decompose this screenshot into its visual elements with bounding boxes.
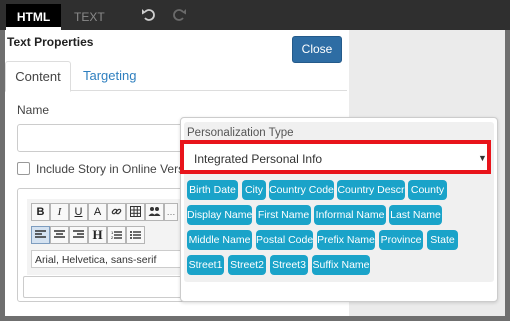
field-chip-postal-code[interactable]: Postal Code <box>256 230 313 250</box>
field-chip-display-name[interactable]: Display Name <box>187 205 252 225</box>
active-tab-indicator <box>6 27 61 30</box>
field-chip-state[interactable]: State <box>427 230 458 250</box>
field-chip-birth-date[interactable]: Birth Date <box>187 180 238 200</box>
users-icon <box>148 207 161 216</box>
font-color-icon: A <box>93 206 102 218</box>
personalization-type-value: Integrated Personal Info <box>194 152 323 166</box>
field-chip-first-name[interactable]: First Name <box>256 205 311 225</box>
personalization-type-label: Personalization Type <box>187 127 294 139</box>
frame-right <box>505 30 510 321</box>
undo-icon[interactable] <box>140 6 158 24</box>
include-story-checkbox[interactable] <box>17 162 30 175</box>
frame-bottom <box>0 316 510 321</box>
users-button[interactable] <box>145 203 164 221</box>
font-family-select[interactable]: Arial, Helvetica, sans-serif <box>31 250 181 268</box>
tab-html-label: HTML <box>16 10 51 24</box>
editor-body[interactable] <box>23 276 183 298</box>
more-button[interactable]: … <box>164 203 178 221</box>
ordered-list-icon: 12 <box>111 230 122 240</box>
tab-targeting[interactable]: Targeting <box>83 61 136 90</box>
field-chip-street1[interactable]: Street1 <box>187 255 224 275</box>
field-chip-province[interactable]: Province <box>379 230 423 250</box>
table-button[interactable] <box>126 203 145 221</box>
close-button[interactable]: Close <box>292 36 342 63</box>
bold-button[interactable]: B <box>31 203 50 221</box>
align-center-icon <box>54 230 65 238</box>
field-chip-city[interactable]: City <box>242 180 266 200</box>
field-chip-suffix-name[interactable]: Suffix Name <box>312 255 370 275</box>
italic-button[interactable]: I <box>50 203 69 221</box>
align-center-button[interactable] <box>50 226 69 244</box>
tab-text[interactable]: TEXT <box>74 4 105 30</box>
link-button[interactable] <box>107 203 126 221</box>
align-left-button[interactable] <box>31 226 50 244</box>
field-chip-street3[interactable]: Street3 <box>270 255 308 275</box>
name-label: Name <box>17 103 50 117</box>
field-chip-street2[interactable]: Street2 <box>228 255 266 275</box>
link-icon <box>111 208 122 215</box>
align-right-icon <box>73 230 84 238</box>
field-chip-last-name[interactable]: Last Name <box>389 205 442 225</box>
svg-text:2: 2 <box>111 235 114 240</box>
heading-button[interactable]: H <box>88 226 107 244</box>
field-chip-country-descr[interactable]: Country Descr <box>337 180 405 200</box>
unordered-list-icon <box>130 231 141 239</box>
underline-button[interactable]: U <box>69 203 88 221</box>
tab-content[interactable]: Content <box>5 61 71 92</box>
include-story-label: Include Story in Online Version <box>36 162 181 176</box>
align-right-button[interactable] <box>69 226 88 244</box>
more-icon: … <box>166 207 176 217</box>
field-chip-informal-name[interactable]: Informal Name <box>314 205 386 225</box>
font-color-button[interactable]: A <box>88 203 107 221</box>
field-chip-county[interactable]: County <box>408 180 447 200</box>
redo-icon[interactable] <box>170 6 188 24</box>
editor-top-bar: HTML TEXT <box>0 0 510 30</box>
panel-title: Text Properties <box>7 35 94 49</box>
unordered-list-button[interactable] <box>126 226 145 244</box>
ordered-list-button[interactable]: 12 <box>107 226 126 244</box>
field-chip-country-code[interactable]: Country Code <box>269 180 334 200</box>
field-chip-middle-name[interactable]: Middle Name <box>187 230 252 250</box>
table-icon <box>130 206 141 217</box>
field-chip-prefix-name[interactable]: Prefix Name <box>317 230 375 250</box>
align-left-icon <box>35 230 46 238</box>
caret-down-icon: ▼ <box>478 153 487 163</box>
tab-html[interactable]: HTML <box>6 4 61 30</box>
